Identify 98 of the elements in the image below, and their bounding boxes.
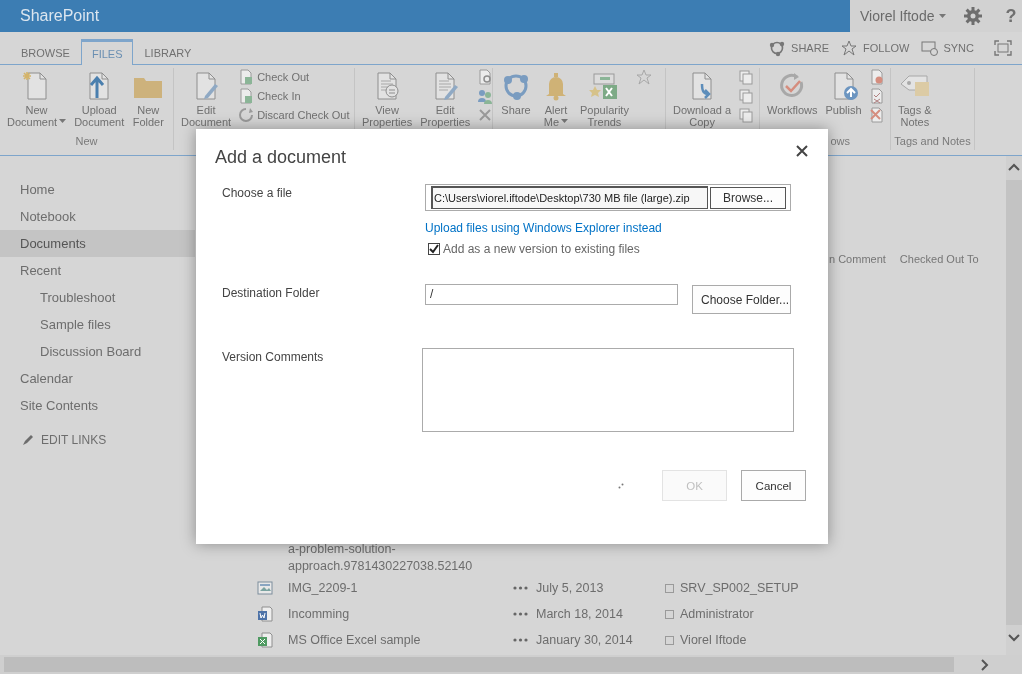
- dialog-title: Add a document: [215, 147, 347, 168]
- presence-icon: [665, 635, 674, 645]
- choose-folder-button[interactable]: Choose Folder...: [692, 285, 791, 314]
- edit-links-button[interactable]: EDIT LINKS: [22, 433, 107, 447]
- star-icon: [635, 69, 652, 85]
- field-label: Choose a file: [221, 185, 294, 202]
- comments-field[interactable]: [422, 348, 794, 432]
- nav-link[interactable]: Sample files: [0, 311, 195, 338]
- share-icon: [769, 39, 787, 57]
- page-action[interactable]: SYNC: [921, 39, 974, 57]
- copy-icon: [738, 107, 755, 123]
- checklist-icon: [868, 88, 885, 104]
- spinner-icon: [618, 482, 624, 489]
- close-button[interactable]: [796, 145, 808, 157]
- modified-date: January 30, 2014: [536, 633, 634, 647]
- folder-field[interactable]: /: [425, 284, 678, 305]
- more-icon[interactable]: [513, 612, 528, 616]
- column-header[interactable]: Checked Out To: [899, 253, 979, 271]
- group-label: New: [75, 135, 98, 147]
- caret-icon: [561, 119, 569, 123]
- nav-link[interactable]: Calendar: [0, 365, 195, 392]
- document-link[interactable]: IMG_2209-1: [288, 579, 513, 597]
- more-icon[interactable]: [513, 586, 528, 590]
- ribbon-button[interactable]: Popularity Trends: [577, 68, 632, 132]
- modified-date: March 18, 2014: [536, 607, 624, 621]
- caret-icon: [939, 14, 947, 18]
- nav-link[interactable]: Recent: [0, 257, 195, 284]
- ribbon-button[interactable]: Publish: [822, 68, 865, 132]
- document-search-icon: [477, 69, 494, 85]
- ribbon-button[interactable]: Check Out: [236, 69, 352, 85]
- excel-file-icon: [257, 632, 273, 648]
- ribbon-tab[interactable]: LIBRARY: [133, 39, 203, 65]
- ribbon-button[interactable]: Share: [497, 68, 535, 132]
- user-name[interactable]: Viorel Iftode: [680, 633, 1006, 647]
- caret-icon: [59, 119, 67, 123]
- discard-icon: [238, 107, 255, 123]
- field-label: Version Comments: [221, 349, 325, 366]
- nav-link[interactable]: Notebook: [0, 203, 195, 230]
- help-button[interactable]: ?: [1005, 5, 1017, 27]
- document-link[interactable]: Incomming: [288, 605, 513, 623]
- field-label: Destination Folder: [221, 285, 321, 302]
- check-in-icon: [238, 88, 255, 104]
- ribbon-button[interactable]: Discard Check Out: [236, 107, 352, 123]
- nav-link[interactable]: Discussion Board: [0, 338, 195, 365]
- nav-link[interactable]: Site Contents: [0, 392, 195, 419]
- check-icon: [429, 244, 439, 254]
- user-name[interactable]: SRV_SP002_SETUP: [680, 581, 1006, 595]
- upload-link[interactable]: Upload files using Windows Explorer instead: [425, 221, 662, 235]
- sync-icon: [921, 39, 939, 57]
- focus-icon: [994, 40, 1012, 56]
- presence-icon: [665, 609, 674, 619]
- nav-link[interactable]: Home: [0, 176, 195, 203]
- checkbox-label: Add as a new version to existing files: [443, 242, 640, 256]
- cross-icon: [868, 107, 885, 123]
- ribbon-button[interactable]: Workflows: [764, 68, 821, 132]
- modified-date: July 5, 2013: [536, 581, 605, 595]
- settings-icon: [964, 7, 983, 25]
- document-link[interactable]: a-problem-solution- approach.9781430227038.52140: [288, 541, 513, 575]
- group-label: Tags and Notes: [894, 135, 971, 147]
- page-action[interactable]: SHARE: [769, 39, 829, 57]
- more-icon[interactable]: [513, 638, 528, 642]
- check-out-icon: [238, 69, 255, 85]
- column-header[interactable]: n Comment: [829, 253, 886, 271]
- file-path-field[interactable]: C:\Users\viorel.iftode\Desktop\730 MB file (large).zip: [431, 186, 708, 209]
- ribbon-button[interactable]: New Document: [4, 68, 70, 132]
- ribbon-button[interactable]: Download a Copy: [670, 68, 735, 132]
- word-file-icon: [257, 606, 273, 622]
- star-icon: [841, 39, 858, 57]
- document-icon: [868, 69, 885, 85]
- ribbon-button[interactable]: New Folder: [129, 68, 168, 132]
- site-title[interactable]: SharePoint: [20, 7, 100, 25]
- user-menu[interactable]: Viorel Iftode: [860, 8, 947, 24]
- copy-icon: [738, 88, 755, 104]
- copy-icon: [738, 69, 755, 85]
- close-icon: [796, 145, 808, 157]
- delete-icon: [477, 107, 494, 123]
- ribbon-button[interactable]: Alert Me: [537, 68, 575, 132]
- page-action[interactable]: FOLLOW: [841, 39, 910, 57]
- focus-button[interactable]: [994, 40, 1012, 56]
- dialog-button[interactable]: Cancel: [741, 470, 806, 501]
- user-name[interactable]: Administrator: [680, 607, 1006, 621]
- group-label: ows: [830, 135, 850, 147]
- nav-link[interactable]: Troubleshoot: [0, 284, 195, 311]
- nav-link[interactable]: Documents: [0, 230, 195, 257]
- pencil-icon: [22, 434, 34, 446]
- ribbon-button[interactable]: Upload Document: [71, 68, 128, 132]
- image-file-icon: [257, 580, 273, 596]
- ribbon-tab[interactable]: BROWSE: [10, 39, 81, 65]
- ribbon-button[interactable]: Edit Document: [178, 68, 235, 132]
- browse-button[interactable]: Browse...: [710, 186, 786, 209]
- document-link[interactable]: MS Office Excel sample: [288, 631, 513, 649]
- ribbon-button[interactable]: Check In: [236, 88, 352, 104]
- presence-icon: [665, 583, 674, 593]
- ribbon-tab[interactable]: FILES: [80, 39, 134, 65]
- people-icon: [477, 88, 494, 104]
- ribbon-button[interactable]: Tags & Notes: [895, 68, 935, 132]
- checkbox[interactable]: [428, 243, 440, 255]
- settings-button[interactable]: [964, 7, 983, 25]
